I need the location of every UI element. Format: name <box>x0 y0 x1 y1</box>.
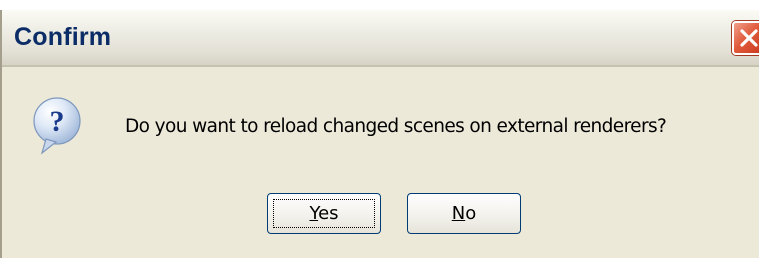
yes-button-label: Yes <box>309 203 339 224</box>
no-button-label: No <box>451 203 477 224</box>
confirm-dialog: Confirm ? Do you want to reload changed … <box>0 10 759 258</box>
yes-button[interactable]: Yes <box>267 193 381 234</box>
close-button[interactable] <box>732 21 759 55</box>
close-icon <box>740 29 758 47</box>
question-icon: ? <box>33 97 81 155</box>
no-button[interactable]: No <box>407 193 521 234</box>
dialog-message: Do you want to reload changed scenes on … <box>125 116 667 137</box>
svg-text:?: ? <box>50 105 65 138</box>
dialog-title: Confirm <box>14 23 112 51</box>
title-bar[interactable]: Confirm <box>2 10 759 67</box>
